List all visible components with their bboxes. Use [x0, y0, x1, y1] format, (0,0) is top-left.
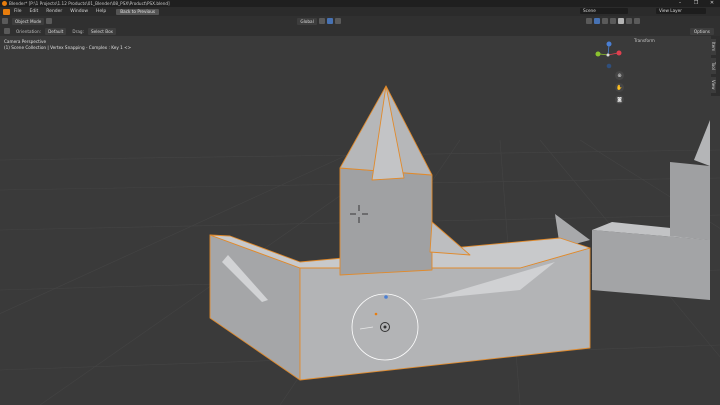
view-layer-selector[interactable]: View Layer: [656, 8, 706, 14]
xray-icon[interactable]: [609, 18, 616, 24]
menu-render[interactable]: Render: [42, 9, 66, 14]
transform-orientation-dropdown[interactable]: Global: [297, 17, 317, 25]
transform-panel-label: Transform: [634, 38, 655, 43]
shading-material-icon[interactable]: [625, 18, 632, 24]
overlay-icon[interactable]: [601, 18, 608, 24]
orientation-label: Orientation:: [16, 28, 42, 34]
transform-label: Global: [300, 18, 314, 24]
drag-dropdown[interactable]: Select Box: [87, 27, 117, 35]
tab-item[interactable]: Item: [711, 39, 716, 55]
sidebar-transform-panel[interactable]: Transform: [630, 36, 710, 46]
pan-hand-icon[interactable]: ✋: [615, 83, 624, 92]
drag-value: Select Box: [90, 28, 114, 34]
visibility-icon[interactable]: [585, 18, 592, 24]
options-button[interactable]: Options: [689, 27, 714, 35]
scene-selector[interactable]: Scene: [580, 8, 628, 14]
tool-settings-header: Orientation: Default Drag: Select Box Op…: [0, 26, 720, 36]
3d-viewport[interactable]: [0, 36, 720, 405]
select-tool-icon[interactable]: [4, 28, 10, 34]
orientation-value: Default: [48, 28, 64, 34]
drag-label: Drag:: [72, 28, 84, 34]
proportional-edit-icon[interactable]: [334, 18, 341, 24]
title-bar: Blender* [P:\1 Projects\1.12 Products\01…: [0, 0, 720, 7]
sidebar-tabs: Item Tool View: [711, 36, 720, 96]
pivot-icon[interactable]: [318, 18, 325, 24]
blender-logo-icon: [2, 1, 7, 6]
mode-dropdown[interactable]: Object Mode: [12, 17, 45, 25]
gizmo-icon[interactable]: [593, 18, 600, 24]
zoom-icon[interactable]: ⊕: [615, 71, 624, 80]
menu-window[interactable]: Window: [66, 9, 92, 14]
back-to-previous-button[interactable]: Back to Previous: [116, 8, 160, 15]
window-controls: – ❐ ✕: [672, 0, 720, 7]
menu-bar: File Edit Render Window Help Back to Pre…: [0, 7, 720, 16]
mode-label: Object Mode: [15, 18, 42, 24]
viewport-info: Camera Perspective (1) Scene Collection …: [4, 39, 131, 51]
menu-help[interactable]: Help: [92, 9, 110, 14]
camera-view-icon[interactable]: ◙: [615, 95, 624, 104]
viewport-header: Object Mode Global: [0, 16, 720, 26]
shading-solid-icon[interactable]: [617, 18, 624, 24]
menu-edit[interactable]: Edit: [26, 9, 43, 14]
editor-type-icon[interactable]: [2, 18, 8, 24]
blender-menu-icon[interactable]: [3, 8, 10, 15]
scene-label: Scene: [583, 8, 596, 13]
orientation-dropdown[interactable]: Default: [45, 27, 67, 35]
maximize-button[interactable]: ❐: [688, 0, 704, 7]
minimize-button[interactable]: –: [672, 0, 688, 7]
options-label: Options: [693, 28, 710, 34]
menu-file[interactable]: File: [10, 9, 26, 14]
tab-tool[interactable]: Tool: [711, 58, 716, 74]
window-title: Blender* [P:\1 Projects\1.12 Products\01…: [9, 1, 170, 6]
snap-icon[interactable]: [326, 18, 333, 24]
tab-view[interactable]: View: [711, 77, 716, 93]
hamburger-icon[interactable]: [46, 18, 53, 24]
view-layer-label: View Layer: [659, 8, 682, 13]
shading-rendered-icon[interactable]: [633, 18, 640, 24]
scene-context: (1) Scene Collection | Vertex Snapping -…: [4, 45, 132, 50]
close-button[interactable]: ✕: [704, 0, 720, 7]
